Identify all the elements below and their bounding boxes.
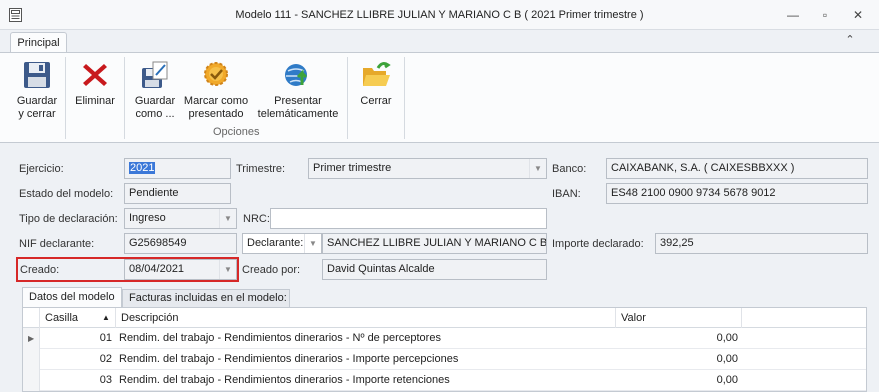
save-as-icon [142,61,168,88]
guardar-cerrar-button[interactable]: Guardar y cerrar [14,59,60,121]
chevron-down-icon: ▼ [304,234,321,253]
creado-por-field: David Quintas Alcalde [322,259,547,280]
cerrar-label: Cerrar [360,95,392,107]
cell-descripcion: Rendim. del trabajo - Rendimientos diner… [119,353,459,365]
nrc-input[interactable] [270,208,547,229]
form-panel: Ejercicio: 2021 Trimestre: Primer trimes… [0,143,879,392]
current-row-arrow-icon: ▶ [28,334,35,343]
row-indicator-header [23,308,40,328]
ribbon-separator [124,57,125,139]
declarante-name-field: SANCHEZ LLIBRE JULIAN Y MARIANO C B [322,233,547,254]
column-header-descripcion[interactable]: Descripción [116,308,616,328]
banco-field[interactable]: CAIXABANK, S.A. ( CAIXESBBXXX ) [606,158,868,179]
estado-field: Pendiente [124,183,231,204]
creado-highlight-box [16,257,239,282]
marcar-presentado-button[interactable]: Marcar como presentado [182,59,250,121]
tab-principal[interactable]: Principal [10,32,67,54]
chevron-down-icon: ▼ [219,209,236,228]
tab-datos-modelo[interactable]: Datos del modelo [22,287,122,308]
ribbon-group-opciones: Opciones [213,126,260,138]
ribbon: Guardar y cerrar Eliminar Guardar como .… [0,52,879,143]
cell-descripcion: Rendim. del trabajo - Rendimientos diner… [119,374,450,386]
banco-label: Banco: [552,163,587,175]
floppy-disk-icon [24,62,50,88]
nif-field: G25698549 [124,233,237,254]
creado-por-label: Creado por: [242,264,301,276]
ejercicio-field[interactable]: 2021 [124,158,231,179]
cerrar-button[interactable]: Cerrar [356,59,396,108]
row-indicator [23,349,40,370]
ribbon-separator [404,57,405,139]
tab-facturas[interactable]: Facturas incluidas en el modelo: [122,289,290,307]
table-row[interactable]: ▶ 01 Rendim. del trabajo - Rendimientos … [23,328,866,349]
row-indicator: ▶ [23,328,40,349]
folder-open-icon [363,62,391,86]
nif-label: NIF declarante: [19,238,95,250]
ejercicio-label: Ejercicio: [19,163,64,175]
guardar-como-button[interactable]: Guardar como ... [130,59,180,121]
cell-valor: 0,00 [716,353,738,365]
ribbon-separator [65,57,66,139]
nrc-label: NRC: [243,213,270,225]
eliminar-label: Eliminar [75,95,115,107]
cell-casilla: 02 [99,353,112,365]
cell-casilla: 03 [99,374,112,386]
close-window-button[interactable]: ✕ [846,6,870,24]
ribbon-tabstrip: Principal ⌃ [0,30,879,54]
cell-descripcion: Rendim. del trabajo - Rendimientos diner… [119,332,441,344]
presentar-label: Presentar telemáticamente [257,95,339,120]
cell-valor: 0,00 [716,374,738,386]
marcar-presentado-label: Marcar como presentado [183,95,249,120]
sort-ascending-icon: ▲ [102,313,110,322]
estado-label: Estado del modelo: [19,188,114,200]
table-row[interactable]: 02 Rendim. del trabajo - Rendimientos di… [23,349,866,370]
casillas-grid: Casilla ▲ Descripción Valor ▶ 01 Rendim.… [22,307,867,392]
presentar-button[interactable]: Presentar telemáticamente [256,59,340,121]
iban-field[interactable]: ES48 2100 0900 9734 5678 9012 [606,183,868,204]
importe-field: 392,25 [655,233,868,254]
guardar-cerrar-label: Guardar y cerrar [16,95,58,120]
maximize-button[interactable]: ▫ [813,6,837,24]
title-bar: Modelo 111 - SANCHEZ LLIBRE JULIAN Y MAR… [0,0,879,30]
tipo-select[interactable]: Ingreso ▼ [124,208,237,229]
trimestre-select[interactable]: Primer trimestre ▼ [308,158,547,179]
table-row[interactable]: 03 Rendim. del trabajo - Rendimientos di… [23,370,866,391]
column-header-valor[interactable]: Valor [616,308,742,328]
window-title: Modelo 111 - SANCHEZ LLIBRE JULIAN Y MAR… [235,9,644,21]
ribbon-separator [347,57,348,139]
cell-casilla: 01 [99,332,112,344]
trimestre-label: Trimestre: [236,163,286,175]
iban-label: IBAN: [552,188,581,200]
globe-upload-icon [285,64,308,86]
eliminar-button[interactable]: Eliminar [72,59,118,108]
collapse-ribbon-button[interactable]: ⌃ [843,33,857,47]
delete-x-icon [83,64,107,86]
row-indicator [23,370,40,391]
grid-header: Casilla ▲ Descripción Valor [23,308,866,328]
tipo-label: Tipo de declaración: [19,213,118,225]
guardar-como-label: Guardar como ... [134,95,176,120]
importe-label: Importe declarado: [552,238,644,250]
chevron-down-icon: ▼ [529,159,546,178]
cell-valor: 0,00 [716,332,738,344]
column-header-casilla[interactable]: Casilla ▲ [40,308,116,328]
minimize-button[interactable]: — [781,6,805,24]
declarante-button[interactable]: Declarante: ▼ [242,233,322,254]
approved-seal-icon [204,62,228,86]
